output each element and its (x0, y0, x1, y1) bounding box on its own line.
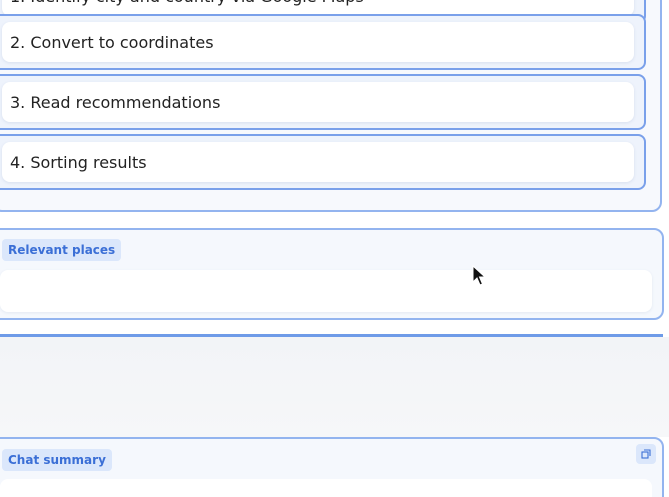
step-label: 4. Sorting results (2, 142, 634, 182)
step-label: 2. Convert to coordinates (2, 22, 634, 62)
chat-summary-panel: Chat summary (0, 437, 664, 497)
step-card[interactable]: 4. Sorting results (0, 134, 646, 190)
chat-summary-label: Chat summary (2, 449, 112, 471)
relevant-places-content (0, 270, 652, 312)
step-card[interactable]: 2. Convert to coordinates (0, 14, 646, 70)
page: 1. Identify city and country via Google … (0, 0, 669, 497)
relevant-places-label: Relevant places (2, 239, 122, 261)
steps-panel: 1. Identify city and country via Google … (0, 0, 662, 212)
relevant-places-panel: Relevant places (0, 228, 664, 320)
copy-button[interactable] (636, 444, 656, 464)
chat-summary-content (0, 479, 652, 497)
copy-icon (641, 449, 651, 459)
empty-area (0, 337, 669, 437)
step-card[interactable]: 3. Read recommendations (0, 74, 646, 130)
step-label: 3. Read recommendations (2, 82, 634, 122)
